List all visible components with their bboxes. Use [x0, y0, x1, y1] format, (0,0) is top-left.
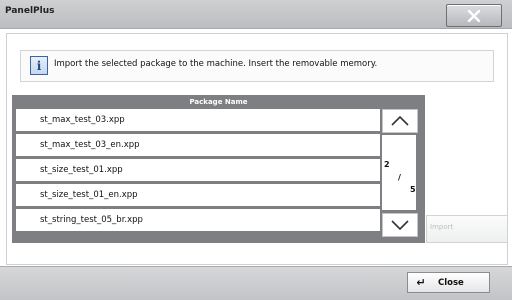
window-close-button[interactable]	[446, 4, 502, 27]
chevron-down-icon	[391, 220, 409, 230]
package-list: st_max_test_03.xpp st_max_test_03_en.xpp…	[16, 109, 380, 234]
package-row-label: st_size_test_01_en.xpp	[40, 190, 138, 200]
import-button[interactable]: Import	[426, 215, 508, 243]
info-message-text: Import the selected package to the machi…	[54, 59, 378, 69]
info-message: i Import the selected package to the mac…	[20, 50, 494, 82]
footer-bar: ↵ Close	[0, 266, 512, 300]
page-total: 5	[410, 185, 416, 194]
package-row-label: st_size_test_01.xpp	[40, 165, 123, 175]
close-button[interactable]: ↵ Close	[407, 272, 490, 293]
scroll-up-button[interactable]	[382, 109, 418, 133]
package-row-label: st_max_test_03_en.xpp	[40, 140, 140, 150]
title-bar: PanelPlus	[0, 0, 512, 29]
package-row[interactable]: st_string_test_05_br.xpp	[16, 209, 380, 231]
info-icon: i	[30, 56, 48, 75]
page-separator: /	[398, 173, 401, 182]
chevron-up-icon	[391, 116, 409, 126]
package-row[interactable]: st_max_test_03.xpp	[16, 109, 380, 131]
page-current: 2	[384, 160, 390, 169]
enter-icon: ↵	[416, 276, 426, 289]
package-row[interactable]: st_size_test_01_en.xpp	[16, 184, 380, 206]
scroll-down-button[interactable]	[382, 213, 418, 237]
package-list-panel: Package Name st_max_test_03.xpp st_max_t…	[12, 95, 425, 243]
package-row-label: st_max_test_03.xpp	[40, 115, 125, 125]
package-row-label: st_string_test_05_br.xpp	[40, 215, 143, 225]
app-title: PanelPlus	[5, 6, 55, 16]
package-row[interactable]: st_size_test_01.xpp	[16, 159, 380, 181]
package-name-header: Package Name	[189, 98, 248, 106]
close-button-label: Close	[438, 277, 464, 288]
close-icon	[467, 9, 481, 22]
package-row[interactable]: st_max_test_03_en.xpp	[16, 134, 380, 156]
page-indicator: 2 / 5	[382, 135, 416, 210]
